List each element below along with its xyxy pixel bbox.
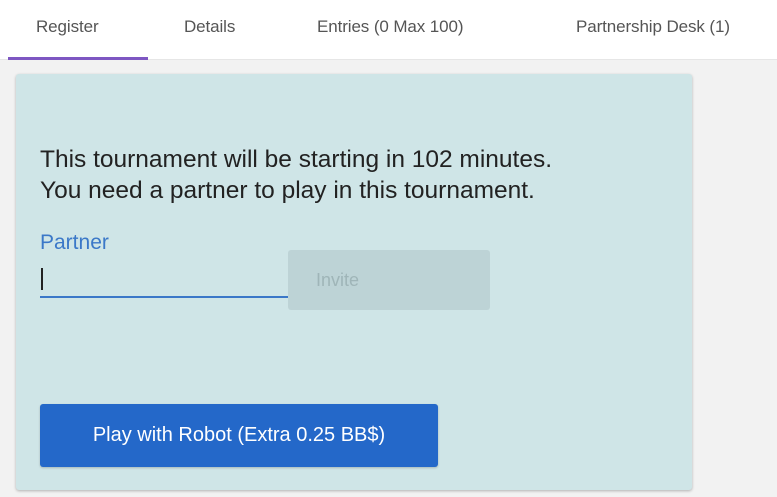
tab-details[interactable]: Details: [184, 17, 235, 37]
partner-field-label: Partner: [40, 231, 109, 254]
partner-input[interactable]: [40, 260, 288, 298]
play-with-robot-button[interactable]: Play with Robot (Extra 0.25 BB$): [40, 404, 438, 467]
register-card: This tournament will be starting in 102 …: [16, 74, 692, 490]
text-caret: [41, 268, 43, 290]
tab-partnership-desk[interactable]: Partnership Desk (1): [576, 17, 730, 37]
tournament-message: This tournament will be starting in 102 …: [40, 144, 552, 206]
tab-bar: Register Details Entries (0 Max 100) Par…: [0, 0, 777, 60]
tab-register[interactable]: Register: [36, 17, 99, 37]
active-tab-indicator: [8, 57, 148, 60]
invite-button[interactable]: Invite: [288, 250, 490, 310]
partner-required-text: You need a partner to play in this tourn…: [40, 177, 535, 204]
tab-entries[interactable]: Entries (0 Max 100): [317, 17, 464, 37]
start-time-text: This tournament will be starting in 102 …: [40, 146, 553, 173]
